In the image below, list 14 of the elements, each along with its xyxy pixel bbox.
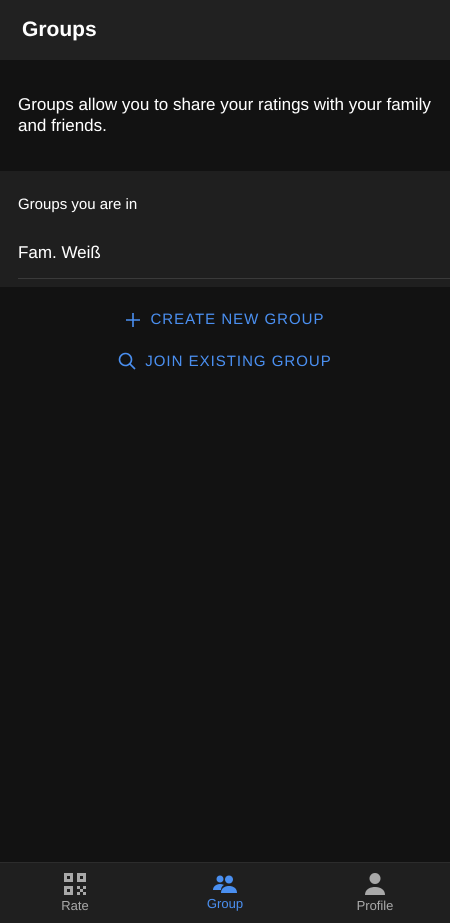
- plus-icon: [125, 312, 142, 328]
- search-icon: [118, 352, 136, 370]
- section-heading: Groups you are in: [18, 196, 138, 213]
- create-group-button[interactable]: CREATE NEW GROUP: [121, 309, 329, 330]
- nav-tab[interactable]: Profile: [300, 863, 450, 923]
- intro-text: Groups allow you to share your ratings with your family and friends.: [17, 94, 432, 137]
- nav-tab[interactable]: Group: [150, 863, 300, 923]
- person-icon: [365, 873, 385, 895]
- screen-title: Groups: [22, 18, 97, 42]
- join-group-button[interactable]: JOIN EXISTING GROUP: [114, 350, 336, 372]
- nav-tab[interactable]: Rate: [0, 863, 150, 923]
- group-list-item[interactable]: Fam. Weiß: [18, 213, 450, 279]
- people-icon: [213, 875, 237, 893]
- qr-code-icon: [64, 873, 86, 895]
